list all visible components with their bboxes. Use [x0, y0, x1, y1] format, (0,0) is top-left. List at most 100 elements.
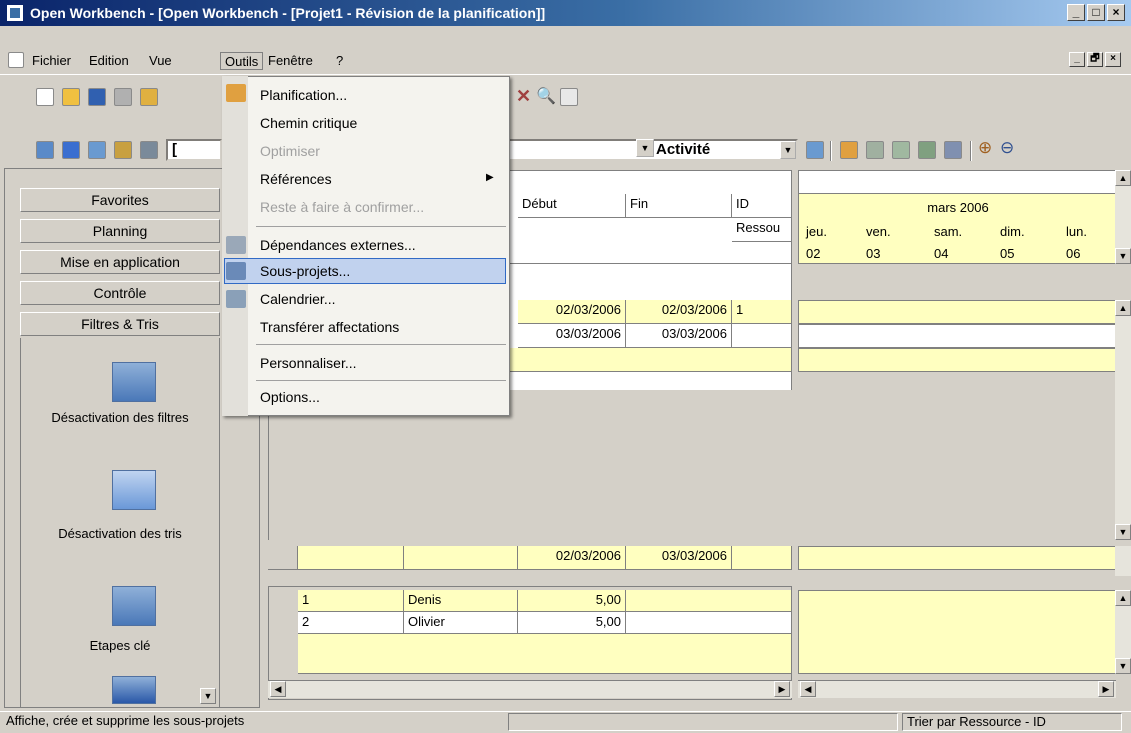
- menu-item-references[interactable]: Références: [260, 166, 332, 192]
- gantt-row-3[interactable]: [798, 348, 1116, 372]
- new-file-icon[interactable]: [36, 88, 54, 106]
- cut-icon[interactable]: ✕: [516, 86, 531, 107]
- col-header-id[interactable]: ID: [732, 194, 792, 218]
- indent-icon[interactable]: [918, 141, 936, 159]
- col-header-fin[interactable]: Fin: [626, 194, 732, 218]
- tool-next-icon[interactable]: [112, 676, 156, 704]
- gantt-scroll-left[interactable]: ◀: [800, 681, 816, 697]
- window-titlebar[interactable]: Open Workbench - [Open Workbench - [Proj…: [0, 0, 1131, 26]
- col-header-ressource[interactable]: Ressou: [732, 218, 792, 242]
- task-vscroll[interactable]: [1115, 300, 1131, 540]
- grid-icon[interactable]: [560, 88, 578, 106]
- menu-outils[interactable]: Outils: [220, 52, 264, 70]
- nav-filtres-tris[interactable]: Filtres & Tris: [20, 312, 220, 336]
- link-icon[interactable]: [866, 141, 884, 159]
- doc-restore-button[interactable]: 🗗: [1087, 52, 1103, 67]
- calendar-icon[interactable]: [140, 141, 158, 159]
- sort-off-icon[interactable]: [112, 470, 156, 510]
- status-sort-text: Trier par Ressource - ID: [907, 714, 1046, 729]
- resource-row-1-id[interactable]: 1: [298, 590, 404, 612]
- task-row-1-end[interactable]: 02/03/2006: [626, 300, 732, 324]
- vscroll-up-3[interactable]: ▲: [1115, 590, 1131, 606]
- menu-item-transferer-affectations[interactable]: Transférer affectations: [260, 314, 399, 340]
- find-icon[interactable]: 🔍: [536, 86, 556, 106]
- milestones-icon[interactable]: [112, 586, 156, 626]
- vscroll-down-2[interactable]: ▼: [1115, 524, 1131, 540]
- print-icon[interactable]: [114, 88, 132, 106]
- task-row-2-id[interactable]: [732, 324, 792, 348]
- menu-fichier[interactable]: Fichier: [28, 52, 75, 70]
- menu-help[interactable]: ?: [332, 52, 347, 70]
- resource-row-1-value[interactable]: 5,00: [518, 590, 626, 612]
- menu-edition[interactable]: Edition: [85, 52, 133, 70]
- folder-icon[interactable]: [140, 88, 158, 106]
- doc-minimize-button[interactable]: _: [1069, 52, 1085, 67]
- open-file-icon[interactable]: [62, 88, 80, 106]
- view-select-arrow-icon[interactable]: ▼: [780, 141, 796, 159]
- menu-item-options[interactable]: Options...: [260, 384, 320, 410]
- resource-row-2-id[interactable]: 2: [298, 612, 404, 634]
- gantt-hscrollbar[interactable]: [798, 680, 1116, 698]
- filter-combo[interactable]: [: [166, 139, 222, 161]
- task-row-1-id[interactable]: 1: [732, 300, 792, 324]
- task-row-2-begin[interactable]: 03/03/2006: [518, 324, 626, 348]
- tool-milestones-label[interactable]: Etapes clé: [20, 638, 220, 653]
- gantt-scroll-right[interactable]: ▶: [1098, 681, 1114, 697]
- vscroll-down-3[interactable]: ▼: [1115, 658, 1131, 674]
- menu-item-personnaliser[interactable]: Personnaliser...: [260, 350, 357, 376]
- refresh-icon[interactable]: [806, 141, 824, 159]
- menu-item-sous-projets[interactable]: Sous-projets...: [260, 258, 350, 284]
- filter-off-icon[interactable]: [112, 362, 156, 402]
- resource-row-1-name[interactable]: Denis: [404, 590, 518, 612]
- menu-item-planification[interactable]: Planification...: [260, 82, 347, 108]
- wizard-icon[interactable]: [840, 141, 858, 159]
- copy-view-icon[interactable]: [36, 141, 54, 159]
- vscroll-up-1[interactable]: ▲: [1115, 170, 1131, 186]
- document-menu-icon[interactable]: [8, 52, 24, 68]
- menu-item-calendrier[interactable]: Calendrier...: [260, 286, 335, 312]
- gantt-resource-area[interactable]: [798, 590, 1116, 674]
- tool-sort-off-label[interactable]: Désactivation des tris: [20, 526, 220, 541]
- doc-close-button[interactable]: ×: [1105, 52, 1121, 67]
- maximize-button[interactable]: □: [1087, 4, 1105, 21]
- gantt-row-2[interactable]: [798, 324, 1116, 348]
- resource-row-2-name[interactable]: Olivier: [404, 612, 518, 634]
- col-header-debut[interactable]: Début: [518, 194, 626, 218]
- totals-vscroll[interactable]: [1115, 546, 1131, 576]
- gantt-row-1[interactable]: [798, 300, 1116, 324]
- resource-row-empty[interactable]: [298, 634, 792, 674]
- nav-controle[interactable]: Contrôle: [20, 281, 220, 305]
- scroll-right-button[interactable]: ▶: [774, 681, 790, 697]
- vscroll-up-2[interactable]: ▲: [1115, 300, 1131, 316]
- resource-hscrollbar[interactable]: [268, 680, 792, 698]
- scroll-left-button[interactable]: ◀: [270, 681, 286, 697]
- insert-icon[interactable]: [88, 141, 106, 159]
- task-row-2-end[interactable]: 03/03/2006: [626, 324, 732, 348]
- menu-fenetre[interactable]: Fenêtre: [264, 52, 317, 70]
- nav-mise-en-application[interactable]: Mise en application: [20, 250, 220, 274]
- tool-filter-off-label[interactable]: Désactivation des filtres: [20, 410, 220, 425]
- unlink-icon[interactable]: [892, 141, 910, 159]
- menu-item-dependances-externes[interactable]: Dépendances externes...: [260, 232, 416, 258]
- close-button[interactable]: ×: [1107, 4, 1125, 21]
- task-row-1-begin[interactable]: 02/03/2006: [518, 300, 626, 324]
- nav-favorites[interactable]: Favorites: [20, 188, 220, 212]
- zoom-in-icon[interactable]: ⊕: [978, 138, 992, 158]
- minimize-button[interactable]: _: [1067, 4, 1085, 21]
- menu-item-chemin-critique[interactable]: Chemin critique: [260, 110, 357, 136]
- app-icon[interactable]: [6, 4, 24, 22]
- gantt-totals-row: [798, 546, 1116, 570]
- outdent-icon[interactable]: [944, 141, 962, 159]
- vscroll-down-1[interactable]: ▼: [1115, 248, 1131, 264]
- save-icon[interactable]: [88, 88, 106, 106]
- filter-combo-value: [: [172, 141, 177, 158]
- task-row-empty[interactable]: [510, 348, 792, 372]
- hierarchy-icon[interactable]: [114, 141, 132, 159]
- layout-icon[interactable]: [62, 141, 80, 159]
- menu-vue[interactable]: Vue: [145, 52, 176, 70]
- sidebar-scroll-down[interactable]: ▼: [200, 688, 216, 704]
- zoom-out-icon[interactable]: ⊖: [1000, 138, 1014, 158]
- resource-row-2-value[interactable]: 5,00: [518, 612, 626, 634]
- nav-planning[interactable]: Planning: [20, 219, 220, 243]
- view-dropdown-icon[interactable]: ▼: [636, 139, 654, 157]
